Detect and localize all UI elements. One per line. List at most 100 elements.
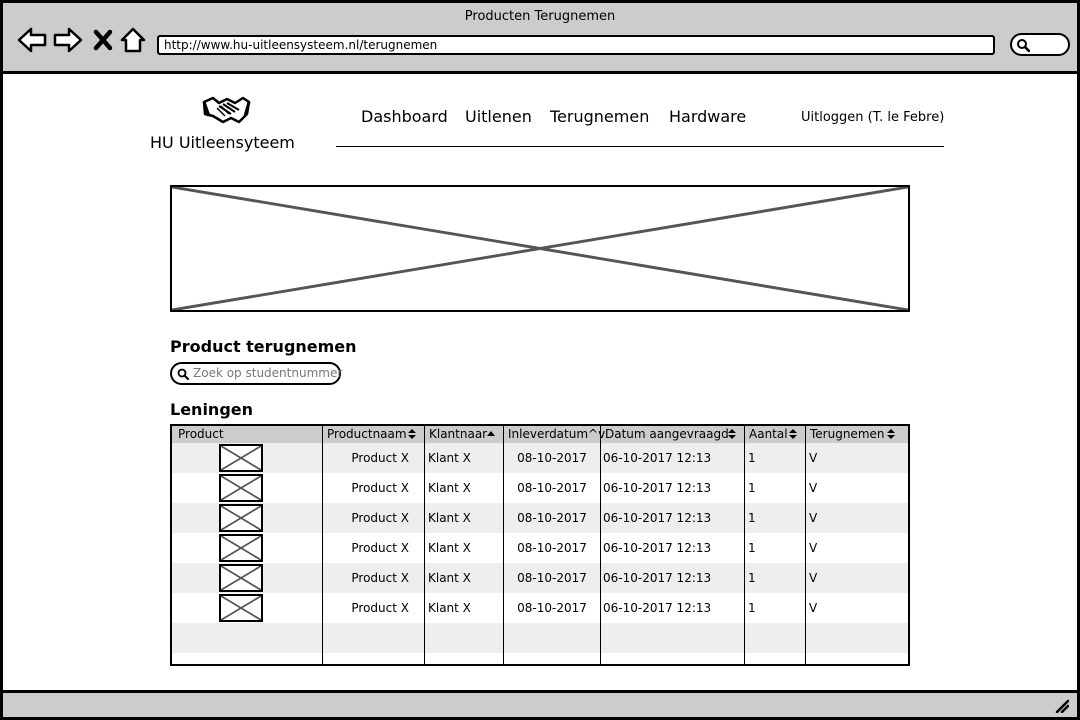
column-divider: [744, 426, 745, 664]
product-image-placeholder: [219, 444, 263, 472]
cell-inleverdatum: 08-10-2017: [517, 541, 587, 555]
banner-image-placeholder: [170, 185, 910, 312]
cell-aantal: 1: [748, 481, 756, 495]
cell-productnaam: Product X: [351, 541, 409, 555]
col-inleverdatum-label: Inleverdatum^v: [508, 427, 606, 441]
product-image-placeholder: [219, 534, 263, 562]
handshake-icon: [201, 94, 251, 126]
sort-both-icon[interactable]: [788, 428, 798, 440]
column-divider: [503, 426, 504, 664]
nav-dashboard[interactable]: Dashboard: [361, 107, 448, 126]
sort-asc-icon[interactable]: [486, 428, 496, 440]
cell-datum-aangevraagd: 06-10-2017 12:13: [603, 571, 712, 585]
browser-search-field[interactable]: [1010, 33, 1070, 56]
status-bar: [0, 690, 1080, 720]
nav-uitlenen[interactable]: Uitlenen: [465, 107, 532, 126]
loans-table: Product Productnaam Klantnaar Inleverdat…: [170, 424, 910, 666]
app-logo-text: HU Uitleensyteem: [150, 133, 295, 152]
home-icon[interactable]: [119, 26, 147, 54]
cell-klantnaam: Klant X: [428, 481, 471, 495]
close-x-icon[interactable]: [91, 26, 115, 54]
search-icon: [1017, 39, 1030, 52]
forward-arrow-icon[interactable]: [53, 26, 83, 54]
cell-inleverdatum: 08-10-2017: [517, 571, 587, 585]
cell-productnaam: Product X: [351, 481, 409, 495]
nav-divider: [336, 146, 944, 147]
column-divider: [424, 426, 425, 664]
cell-inleverdatum: 08-10-2017: [517, 481, 587, 495]
column-divider: [600, 426, 601, 664]
cell-inleverdatum: 08-10-2017: [517, 451, 587, 465]
cell-terugnemen[interactable]: V: [809, 593, 908, 623]
search-placeholder: Zoek op studentnummer: [193, 366, 343, 380]
cell-aantal: 1: [748, 511, 756, 525]
col-aantal[interactable]: Aantal: [745, 426, 788, 443]
table-header: Product Productnaam Klantnaar Inleverdat…: [172, 426, 908, 443]
cell-klantnaam: Klant X: [428, 571, 471, 585]
table-row[interactable]: Product X Klant X 08-10-2017 06-10-2017 12:…: [172, 563, 908, 593]
search-icon: [177, 368, 189, 380]
col-datum-aangevraagd-label: Datum aangevraagd: [605, 427, 729, 441]
sort-both-icon[interactable]: [407, 428, 417, 440]
cell-datum-aangevraagd: 06-10-2017 12:13: [603, 481, 712, 495]
table-row[interactable]: Product X Klant X 08-10-2017 06-10-2017 12:…: [172, 503, 908, 533]
loans-title: Leningen: [170, 400, 254, 419]
table-row[interactable]: Product X Klant X 08-10-2017 06-10-2017 12:…: [172, 443, 908, 473]
browser-toolbar: Producten Terugnemen http://www.hu-uitle…: [0, 0, 1080, 74]
cell-terugnemen[interactable]: V: [809, 443, 908, 473]
product-image-placeholder: [219, 474, 263, 502]
cell-klantnaam: Klant X: [428, 601, 471, 615]
cell-inleverdatum: 08-10-2017: [517, 511, 587, 525]
col-klantnaar[interactable]: Klantnaar: [425, 426, 487, 443]
table-row[interactable]: Product X Klant X 08-10-2017 06-10-2017 12:…: [172, 533, 908, 563]
section-title: Product terugnemen: [170, 337, 357, 356]
cell-datum-aangevraagd: 06-10-2017 12:13: [603, 511, 712, 525]
col-aantal-label: Aantal: [749, 427, 788, 441]
cell-datum-aangevraagd: 06-10-2017 12:13: [603, 541, 712, 555]
cell-productnaam: Product X: [351, 451, 409, 465]
table-row[interactable]: Product X Klant X 08-10-2017 06-10-2017 12:…: [172, 473, 908, 503]
col-productnaam-label: Productnaam: [327, 427, 407, 441]
cell-inleverdatum: 08-10-2017: [517, 601, 587, 615]
cell-klantnaam: Klant X: [428, 541, 471, 555]
table-row: [172, 623, 908, 653]
product-image-placeholder: [219, 564, 263, 592]
product-image-placeholder: [219, 504, 263, 532]
col-klantnaar-label: Klantnaar: [429, 427, 488, 441]
cell-terugnemen[interactable]: V: [809, 473, 908, 503]
col-terugnemen-label: Terugnemen: [810, 427, 885, 441]
col-inleverdatum[interactable]: Inleverdatum^v: [504, 426, 605, 443]
cell-aantal: 1: [748, 571, 756, 585]
column-divider: [805, 426, 806, 664]
cell-aantal: 1: [748, 541, 756, 555]
sort-both-icon[interactable]: [886, 428, 896, 440]
sort-both-icon[interactable]: [727, 428, 737, 440]
back-arrow-icon[interactable]: [17, 26, 47, 54]
column-divider: [322, 426, 323, 664]
cell-datum-aangevraagd: 06-10-2017 12:13: [603, 601, 712, 615]
url-bar[interactable]: http://www.hu-uitleensysteem.nl/terugnem…: [157, 35, 995, 55]
cell-terugnemen[interactable]: V: [809, 503, 908, 533]
logout-link[interactable]: Uitloggen (T. le Febre): [801, 110, 944, 125]
cell-klantnaam: Klant X: [428, 511, 471, 525]
cell-productnaam: Product X: [351, 571, 409, 585]
col-terugnemen[interactable]: Terugnemen: [806, 426, 885, 443]
student-search-input[interactable]: Zoek op studentnummer: [170, 362, 343, 385]
col-product: Product: [178, 427, 224, 441]
cell-productnaam: Product X: [351, 511, 409, 525]
nav-hardware[interactable]: Hardware: [669, 107, 746, 126]
product-image-placeholder: [219, 594, 263, 622]
cell-klantnaam: Klant X: [428, 451, 471, 465]
nav-terugnemen[interactable]: Terugnemen: [550, 107, 649, 126]
cell-productnaam: Product X: [351, 601, 409, 615]
window-title: Producten Terugnemen: [464, 9, 616, 24]
col-productnaam[interactable]: Productnaam: [323, 426, 407, 443]
cell-aantal: 1: [748, 601, 756, 615]
resize-grip-icon[interactable]: [1053, 697, 1069, 713]
cell-terugnemen[interactable]: V: [809, 533, 908, 563]
col-datum-aangevraagd[interactable]: Datum aangevraagd: [601, 426, 729, 443]
cell-datum-aangevraagd: 06-10-2017 12:13: [603, 451, 712, 465]
cell-terugnemen[interactable]: V: [809, 563, 908, 593]
table-row[interactable]: Product X Klant X 08-10-2017 06-10-2017 12:…: [172, 593, 908, 623]
cell-aantal: 1: [748, 451, 756, 465]
